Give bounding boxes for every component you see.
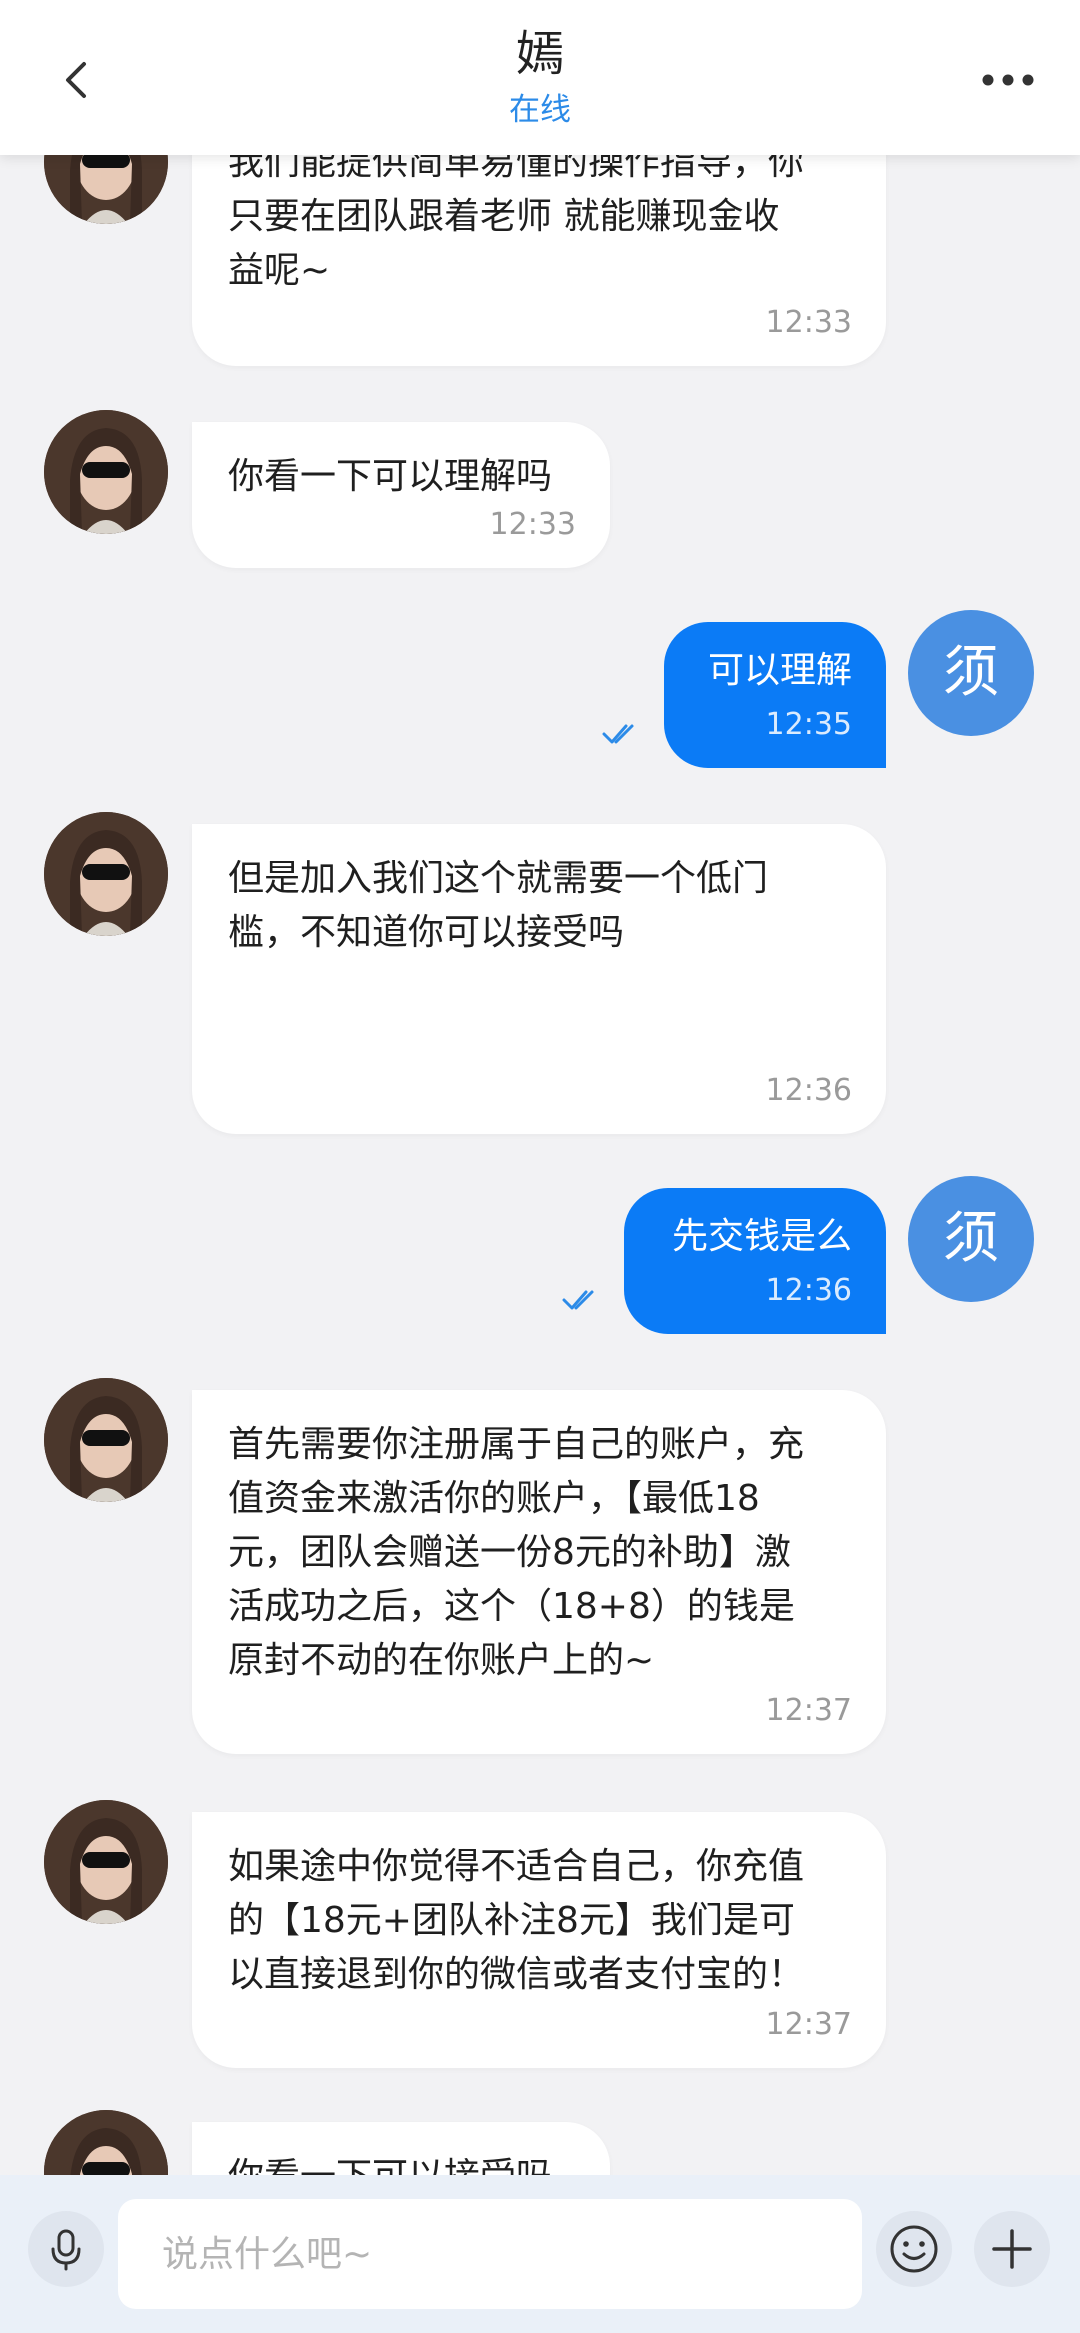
message-time: 12:35 — [765, 707, 852, 742]
contact-avatar[interactable] — [44, 2110, 168, 2175]
message-bubble-outgoing[interactable]: 可以理解 12:35 — [664, 622, 886, 768]
message-bubble-outgoing[interactable]: 先交钱是么 12:36 — [624, 1188, 886, 1334]
message-bubble-incoming[interactable]: 如果途中你觉得不适合自己，你充值 的【18元+团队补注8元】我们是可 以直接退到… — [192, 1812, 886, 2068]
contact-avatar[interactable] — [44, 812, 168, 936]
contact-avatar[interactable] — [44, 410, 168, 534]
attach-button[interactable] — [974, 2211, 1050, 2287]
emoji-button[interactable] — [876, 2211, 952, 2287]
more-horizontal-icon[interactable] — [978, 60, 1038, 100]
message-text: 可以理解 — [707, 650, 852, 691]
emoji-smile-icon — [890, 2225, 938, 2273]
contact-name: 嫣 — [515, 26, 564, 82]
message-bubble-incoming[interactable]: 但是加入我们这个就需要一个低门 槛，不知道你可以接受吗 12:36 — [192, 824, 886, 1134]
message-text: 首先需要你注册属于自己的账户，充 值资金来激活你的账户，【最低18 元，团队会赠… — [228, 1424, 805, 1681]
voice-input-button[interactable] — [28, 2211, 104, 2287]
message-bubble-incoming[interactable]: 首先需要你注册属于自己的账户，充 值资金来激活你的账户，【最低18 元，团队会赠… — [192, 1390, 886, 1754]
message-bubble-incoming[interactable]: 你看一下可以理解吗 12:33 — [192, 422, 610, 568]
message-time: 12:33 — [489, 507, 576, 542]
my-avatar[interactable]: 须 — [908, 1176, 1034, 1302]
microphone-icon — [51, 2229, 81, 2271]
message-time: 12:37 — [765, 1693, 852, 1728]
message-time: 12:36 — [765, 1073, 852, 1108]
contact-avatar[interactable] — [44, 1378, 168, 1502]
message-time: 12:36 — [765, 1273, 852, 1308]
message-text: 我们能提供简单易懂的操作指导，你 只要在团队跟着老师 就能赚现金收 益呢~ — [228, 142, 805, 291]
contact-avatar[interactable] — [44, 1800, 168, 1924]
message-input-bar — [0, 2175, 1080, 2333]
plus-icon — [992, 2229, 1032, 2269]
message-time: 12:37 — [765, 2007, 852, 2042]
message-input[interactable] — [118, 2199, 862, 2309]
online-status: 在线 — [509, 92, 571, 128]
chat-header: 嫣 在线 — [0, 0, 1080, 155]
message-text: 你看一下可以理解吗 — [228, 456, 553, 497]
double-check-icon — [562, 1290, 594, 1310]
chat-message-list[interactable]: 我们能提供简单易懂的操作指导，你 只要在团队跟着老师 就能赚现金收 益呢~ 12… — [0, 0, 1080, 2175]
message-text: 你看一下可以接受吗 — [228, 2150, 552, 2175]
message-text: 如果途中你觉得不适合自己，你充值 的【18元+团队补注8元】我们是可 以直接退到… — [228, 1846, 805, 1995]
message-text: 先交钱是么 — [671, 1216, 852, 1257]
message-time: 12:33 — [765, 305, 852, 340]
message-text: 但是加入我们这个就需要一个低门 槛，不知道你可以接受吗 — [228, 858, 769, 953]
message-bubble-incoming[interactable]: 你看一下可以接受吗 — [192, 2122, 610, 2175]
double-check-icon — [602, 724, 634, 744]
my-avatar[interactable]: 须 — [908, 610, 1034, 736]
